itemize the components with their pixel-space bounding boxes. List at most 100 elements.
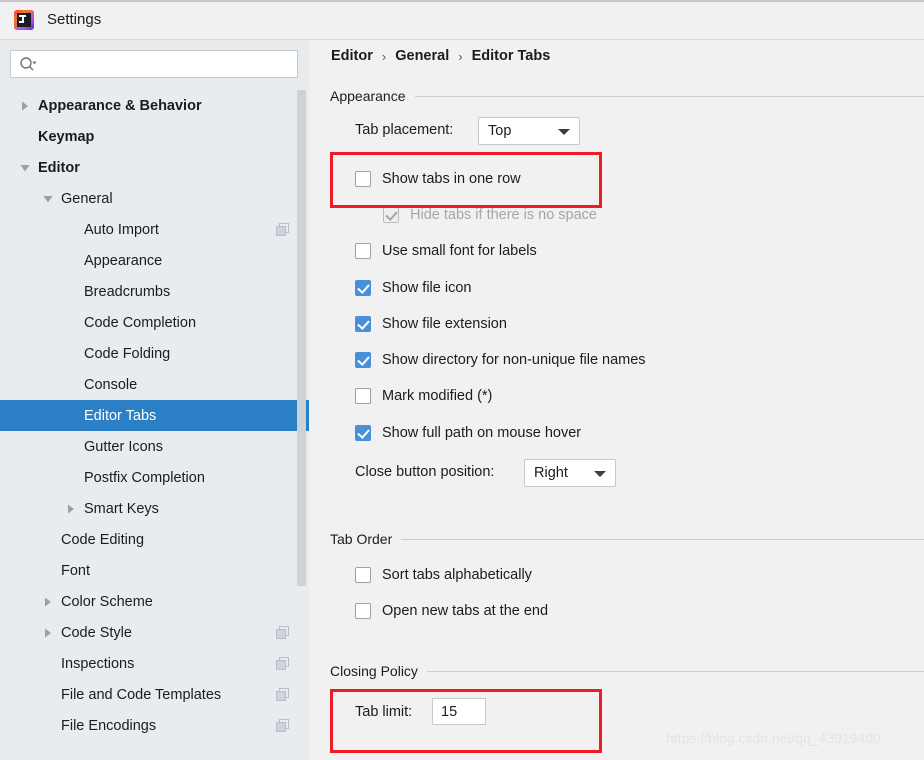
show-file-icon-row[interactable]: Show file icon [355,280,471,296]
copy-settings-icon[interactable] [276,223,289,236]
title-bar-accent-line [0,0,924,2]
hide-tabs-if-no-space-row: Hide tabs if there is no space [383,207,597,223]
sidebar-item-editor[interactable]: Editor [0,152,309,183]
sidebar-item-label: Appearance [84,252,163,269]
sidebar-item-gutter-icons[interactable]: Gutter Icons [0,431,309,462]
sidebar-item-label: Auto Import [84,221,159,238]
show-tabs-in-one-row-checkbox[interactable] [355,171,371,187]
sidebar-item-editor-tabs[interactable]: Editor Tabs [0,400,309,431]
show-file-icon-label: Show file icon [382,280,472,296]
open-new-tabs-at-end-row[interactable]: Open new tabs at the end [355,603,548,619]
tab-limit-label: Tab limit: [355,704,413,720]
sidebar-item-label: Postfix Completion [84,469,205,486]
show-directory-row[interactable]: Show directory for non-unique file names [355,352,646,368]
chevron-right-icon: › [458,48,463,64]
sidebar-item-appearance[interactable]: Appearance [0,245,309,276]
tree-twisty-expanded-icon[interactable] [18,161,32,175]
tab-placement-label: Tab placement: [355,122,454,138]
sidebar-item-auto-import[interactable]: Auto Import [0,214,309,245]
close-button-position-dropdown[interactable]: Right [524,459,616,487]
section-closing-policy: Closing Policy [330,663,924,679]
open-new-tabs-at-end-checkbox[interactable] [355,603,371,619]
settings-main-panel: Editor › General › Editor Tabs Appearanc… [309,40,924,760]
sidebar-item-label: Editor Tabs [84,407,157,424]
sort-tabs-alphabetically-label: Sort tabs alphabetically [382,567,532,583]
section-appearance: Appearance [330,88,924,104]
sidebar-item-label: General [61,190,113,207]
sidebar-item-code-editing[interactable]: Code Editing [0,524,309,555]
sidebar-item-breadcrumbs[interactable]: Breadcrumbs [0,276,309,307]
show-file-icon-checkbox[interactable] [355,280,371,296]
tab-placement-dropdown[interactable]: Top [478,117,580,145]
sidebar-item-label: File and Code Templates [61,686,222,703]
sidebar-item-label: Keymap [38,128,95,145]
sidebar-item-file-encodings[interactable]: File Encodings [0,710,309,741]
sidebar-item-label: Code Completion [84,314,197,331]
sort-tabs-alphabetically-checkbox[interactable] [355,567,371,583]
sidebar-item-code-folding[interactable]: Code Folding [0,338,309,369]
show-directory-checkbox[interactable] [355,352,371,368]
sidebar-item-label: Gutter Icons [84,438,163,455]
sidebar-item-console[interactable]: Console [0,369,309,400]
show-full-path-label: Show full path on mouse hover [382,425,582,441]
section-tab-order: Tab Order [330,531,924,547]
watermark-text: https://blog.csdn.net/qq_43919400 [666,730,881,746]
tree-twisty-collapsed-icon[interactable] [64,502,78,516]
show-full-path-row[interactable]: Show full path on mouse hover [355,425,581,441]
sidebar-item-label: Code Folding [84,345,171,362]
show-file-extension-row[interactable]: Show file extension [355,316,507,332]
show-full-path-checkbox[interactable] [355,425,371,441]
section-tab-order-label: Tab Order [330,531,393,547]
sidebar-item-label: File Encodings [61,717,157,734]
show-tabs-in-one-row-label: Show tabs in one row [382,171,521,187]
sidebar-item-postfix-completion[interactable]: Postfix Completion [0,462,309,493]
sidebar-item-font[interactable]: Font [0,555,309,586]
mark-modified-row[interactable]: Mark modified (*) [355,388,492,404]
show-tabs-in-one-row-row[interactable]: Show tabs in one row [355,171,521,187]
sidebar-item-smart-keys[interactable]: Smart Keys [0,493,309,524]
tab-placement-value: Top [488,123,512,139]
tree-twisty-collapsed-icon[interactable] [41,595,55,609]
window-title-bar: Settings [0,0,924,40]
copy-settings-icon[interactable] [276,657,289,670]
tree-twisty-collapsed-icon[interactable] [18,99,32,113]
mark-modified-checkbox[interactable] [355,388,371,404]
tab-placement-row: Tab placement: [355,122,453,138]
sidebar-item-inspections[interactable]: Inspections [0,648,309,679]
sidebar-item-general[interactable]: General [0,183,309,214]
copy-settings-icon[interactable] [276,688,289,701]
settings-tree[interactable]: Appearance & Behavior Keymap Editor General… [0,90,309,760]
show-file-extension-checkbox[interactable] [355,316,371,332]
tree-twisty-expanded-icon[interactable] [41,192,55,206]
sidebar-item-label: Editor [38,159,80,176]
sidebar-item-label: Breadcrumbs [84,283,171,300]
breadcrumb-item-editor[interactable]: Editor [331,48,373,64]
search-input[interactable] [10,50,298,78]
sidebar-item-code-completion[interactable]: Code Completion [0,307,309,338]
settings-sidebar: Appearance & Behavior Keymap Editor General… [0,40,309,760]
close-button-position-row: Close button position: [355,464,494,480]
sidebar-item-label: Smart Keys [84,500,159,517]
sidebar-item-code-style[interactable]: Code Style [0,617,309,648]
copy-settings-icon[interactable] [276,626,289,639]
tab-limit-input[interactable] [432,698,486,725]
section-divider [414,95,924,97]
tree-twisty-collapsed-icon[interactable] [41,626,55,640]
breadcrumb-item-general[interactable]: General [395,48,449,64]
use-small-font-checkbox[interactable] [355,243,371,259]
close-button-position-label: Close button position: [355,464,495,480]
copy-settings-icon[interactable] [276,719,289,732]
sidebar-item-color-scheme[interactable]: Color Scheme [0,586,309,617]
sidebar-item-label: Inspections [61,655,135,672]
sidebar-scrollbar-thumb[interactable] [297,90,306,586]
search-box[interactable] [10,50,298,78]
sidebar-item-file-and-code-templates[interactable]: File and Code Templates [0,679,309,710]
sidebar-item-keymap[interactable]: Keymap [0,121,309,152]
section-closing-policy-label: Closing Policy [330,663,418,679]
sort-tabs-alphabetically-row[interactable]: Sort tabs alphabetically [355,567,532,583]
use-small-font-row[interactable]: Use small font for labels [355,243,537,259]
sidebar-item-label: Color Scheme [61,593,153,610]
close-button-position-value: Right [534,465,568,481]
open-new-tabs-at-end-label: Open new tabs at the end [382,603,549,619]
sidebar-item-appearance-behavior[interactable]: Appearance & Behavior [0,90,309,121]
